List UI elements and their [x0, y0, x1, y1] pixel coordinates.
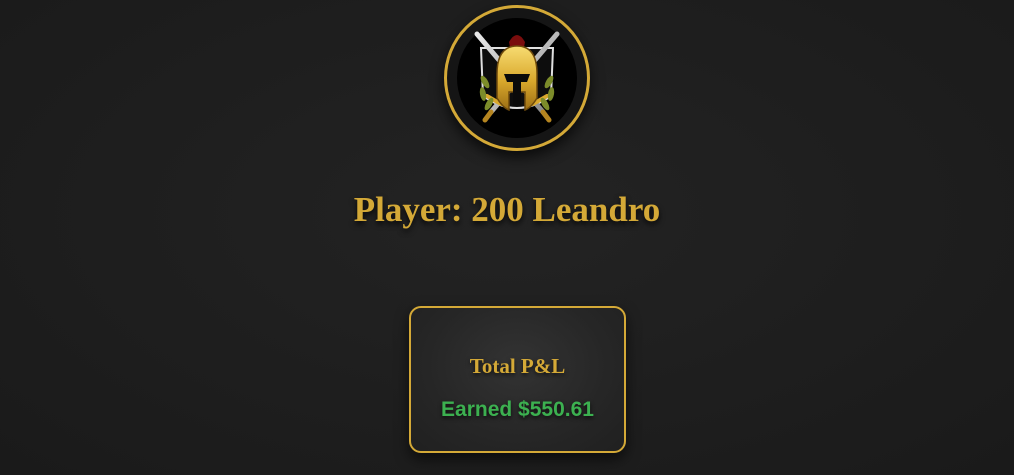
pnl-label: Total P&L [469, 354, 566, 378]
spartan-helmet-icon [457, 18, 577, 138]
player-title: Player: 200 Leandro [353, 190, 661, 229]
pnl-value: Earned $550.61 [441, 398, 594, 421]
total-pnl-card: Total P&L Earned $550.61 [409, 306, 626, 453]
spartan-helmet-emblem-icon [444, 5, 590, 151]
